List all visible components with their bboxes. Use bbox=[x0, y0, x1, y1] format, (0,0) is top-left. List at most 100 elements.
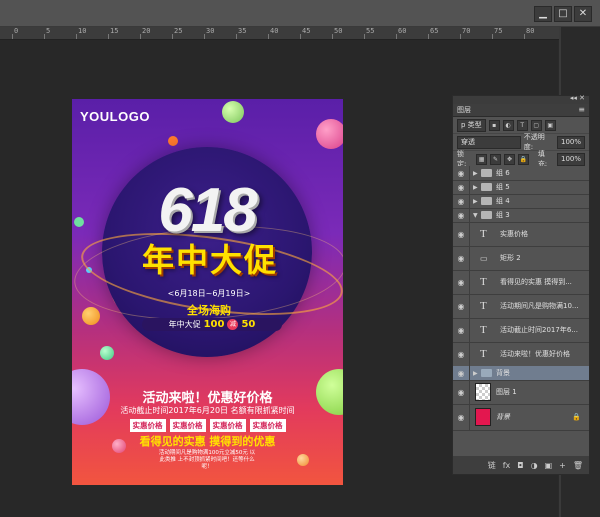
new-group-icon[interactable]: ▣ bbox=[545, 461, 553, 470]
lock-all-icon[interactable]: 🔒 bbox=[517, 153, 529, 165]
eye-icon[interactable]: ◉ bbox=[453, 366, 470, 380]
collapse-icon[interactable]: ◂◂ ✕ bbox=[570, 94, 585, 102]
ruler-tick bbox=[140, 34, 141, 39]
text-layer-icon: T bbox=[480, 276, 487, 288]
ruler-tick bbox=[300, 34, 301, 39]
new-layer-icon[interactable]: + bbox=[559, 461, 566, 470]
ruler-number: 15 bbox=[110, 27, 119, 35]
eye-icon[interactable]: ◉ bbox=[453, 270, 470, 294]
folder-icon bbox=[481, 197, 492, 205]
fill-input[interactable]: 100% bbox=[557, 152, 586, 166]
eye-icon[interactable]: ◉ bbox=[453, 380, 470, 404]
ruler-number: 70 bbox=[462, 27, 471, 35]
eye-icon[interactable]: ◉ bbox=[453, 294, 470, 318]
layer-row[interactable]: ◉ T 活动截止时间2017年6... bbox=[453, 318, 589, 343]
promo-mid: 减 bbox=[227, 319, 239, 330]
layer-name: 组 6 bbox=[496, 169, 510, 177]
ruler-tick bbox=[492, 34, 493, 39]
ruler-tick bbox=[44, 34, 45, 39]
layer-row-selected[interactable]: ◉ ▶ 背景 bbox=[453, 366, 589, 381]
eye-icon[interactable]: ◉ bbox=[453, 342, 470, 366]
folder-icon bbox=[481, 211, 492, 219]
price-tag: 实惠价格 bbox=[129, 419, 166, 432]
decor-ball bbox=[74, 217, 84, 227]
eye-icon[interactable]: ◉ bbox=[453, 222, 470, 246]
layer-row[interactable]: ◉ T 活动期间凡是购物满10... bbox=[453, 294, 589, 319]
layer-row[interactable]: ◉ 图层 1 bbox=[453, 380, 589, 405]
eye-icon[interactable]: ◉ bbox=[453, 318, 470, 342]
maximize-button[interactable]: □ bbox=[554, 6, 572, 22]
ruler-tick bbox=[76, 34, 77, 39]
panel-footer: 链 fx ◘ ◑ ▣ + 🗑 bbox=[453, 456, 589, 474]
trash-icon[interactable]: 🗑 bbox=[573, 461, 583, 470]
panel-menu-icon[interactable]: ≡ bbox=[578, 105, 585, 114]
layer-name: 组 4 bbox=[496, 197, 510, 205]
eye-icon[interactable]: ◉ bbox=[453, 194, 470, 208]
eye-icon[interactable]: ◉ bbox=[453, 208, 470, 222]
poster-canvas[interactable]: YOULOGO 618 年中大促 <6月18日~6月19日> 全场海购 年中大促… bbox=[72, 99, 343, 485]
ruler-number: 30 bbox=[206, 27, 215, 35]
minimize-button[interactable]: ▁ bbox=[534, 6, 552, 22]
tab-layers[interactable]: 图层 bbox=[457, 105, 471, 115]
promo-badge: 年中大促 100 减 50 bbox=[142, 318, 282, 331]
expand-arrow-icon[interactable]: ▶ bbox=[473, 370, 481, 377]
collapse-arrow-icon[interactable]: ▼ bbox=[473, 212, 481, 219]
decor-ball bbox=[82, 307, 100, 325]
adjustment-icon[interactable]: ◑ bbox=[531, 461, 538, 470]
ruler-number: 5 bbox=[46, 27, 51, 35]
expand-arrow-icon[interactable]: ▶ bbox=[473, 184, 481, 191]
lock-move-icon[interactable]: ✥ bbox=[504, 153, 515, 165]
kind-filter-select[interactable]: p 类型 bbox=[457, 118, 486, 132]
expand-arrow-icon[interactable]: ▶ bbox=[473, 170, 481, 177]
layer-name: 组 5 bbox=[496, 183, 510, 191]
poster-deadline: 活动截止时间2017年6月20日 名额有限抓紧时间 bbox=[120, 406, 295, 415]
shape-layer-icon: ▭ bbox=[480, 253, 488, 263]
eye-icon[interactable]: ◉ bbox=[453, 180, 470, 194]
ruler-tick bbox=[172, 34, 173, 39]
ruler-number: 55 bbox=[366, 27, 375, 35]
blend-mode-select[interactable]: 穿透 bbox=[457, 135, 521, 149]
poster-headline: 活动来啦！优惠好价格 bbox=[142, 391, 273, 406]
lock-icon: 🔒 bbox=[572, 413, 581, 421]
eye-icon[interactable]: ◉ bbox=[453, 246, 470, 270]
poster-slogan: 全场海购 bbox=[187, 304, 231, 317]
ruler-number: 75 bbox=[494, 27, 503, 35]
layer-thumbnail bbox=[475, 408, 491, 426]
ruler-tick bbox=[364, 34, 365, 39]
layer-row[interactable]: ◉ ▼ 组 3 bbox=[453, 208, 589, 223]
layer-row[interactable]: ◉ 背景 🔒 bbox=[453, 404, 589, 431]
ruler-tick bbox=[204, 34, 205, 39]
filter-smart-icon[interactable]: ▣ bbox=[544, 119, 556, 131]
layer-list: ◉ ▶ 组 6 ◉ ▶ 组 5 ◉ ▶ 组 4 ◉ ▼ 组 3 ◉ T 实惠价格 ◉ ▭ 矩形 2 ◉ T… bbox=[453, 166, 589, 454]
layer-row[interactable]: ◉ ▶ 组 6 bbox=[453, 166, 589, 181]
lock-transparent-icon[interactable]: ▦ bbox=[476, 153, 488, 165]
layer-row[interactable]: ◉ ▶ 组 5 bbox=[453, 180, 589, 195]
layer-row[interactable]: ◉ ▶ 组 4 bbox=[453, 194, 589, 209]
poster-sub-headline: 看得见的实惠 摸得到的优惠 bbox=[139, 435, 276, 448]
filter-shape-icon[interactable]: ▢ bbox=[530, 119, 542, 131]
filter-type-icon[interactable]: T bbox=[516, 119, 528, 131]
ruler-number: 50 bbox=[334, 27, 343, 35]
decor-ball bbox=[297, 454, 309, 466]
link-layers-icon[interactable]: 链 bbox=[488, 460, 496, 471]
eye-icon[interactable]: ◉ bbox=[453, 404, 470, 430]
mask-icon[interactable]: ◘ bbox=[517, 461, 523, 470]
decor-ball bbox=[222, 101, 244, 123]
filter-adjust-icon[interactable]: ◐ bbox=[502, 119, 514, 131]
layer-row[interactable]: ◉ ▭ 矩形 2 bbox=[453, 246, 589, 271]
decor-ball bbox=[168, 136, 178, 146]
text-layer-icon: T bbox=[480, 228, 487, 240]
ruler-tick bbox=[12, 34, 13, 39]
layer-row[interactable]: ◉ T 实惠价格 bbox=[453, 222, 589, 247]
price-tag: 实惠价格 bbox=[209, 419, 246, 432]
filter-pixel-icon[interactable]: ▪ bbox=[488, 119, 500, 131]
ruler-number: 35 bbox=[238, 27, 247, 35]
eye-icon[interactable]: ◉ bbox=[453, 166, 470, 180]
lock-brush-icon[interactable]: ✎ bbox=[490, 153, 501, 165]
layer-row[interactable]: ◉ T 活动来啦！优惠好价格 bbox=[453, 342, 589, 367]
close-button[interactable]: ✕ bbox=[574, 6, 592, 22]
opacity-input[interactable]: 100% bbox=[556, 135, 585, 149]
fx-icon[interactable]: fx bbox=[503, 461, 511, 470]
layer-row[interactable]: ◉ T 看得见的实惠 摸得到... bbox=[453, 270, 589, 295]
expand-arrow-icon[interactable]: ▶ bbox=[473, 198, 481, 205]
